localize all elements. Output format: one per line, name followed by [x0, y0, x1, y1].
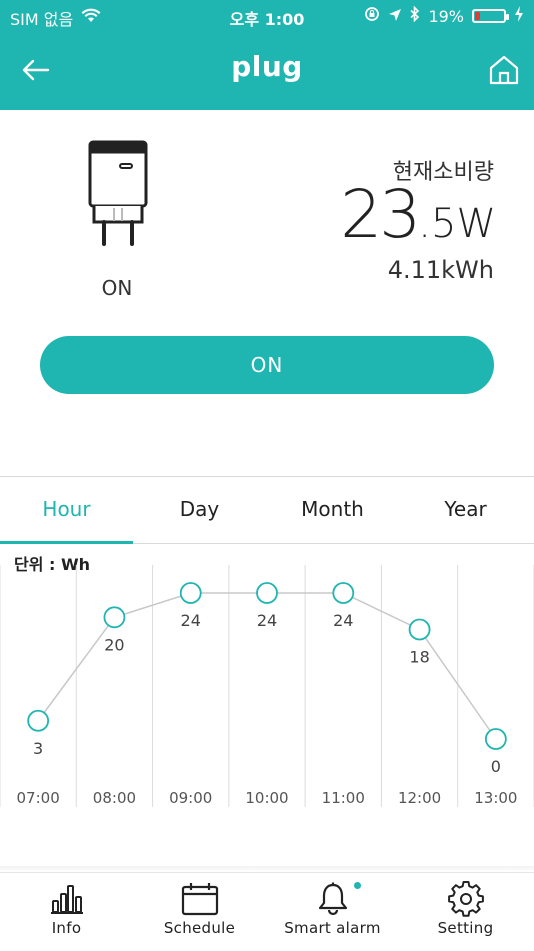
chart-point — [484, 728, 507, 750]
chart-data-label: 24 — [333, 611, 353, 630]
bell-icon — [266, 881, 399, 917]
rotation-lock-icon — [364, 6, 380, 26]
home-button[interactable] — [486, 52, 522, 88]
tabbar-label-info: Info — [51, 919, 82, 937]
usage-line-chart: 3 20 24 24 24 18 0 07:00 08:00 09:00 10:00 11:00 12:… — [0, 565, 534, 807]
page-title: plug — [231, 50, 303, 83]
chart-data-label: 20 — [104, 635, 124, 654]
tab-month[interactable]: Month — [266, 477, 399, 543]
chart-data-label: 24 — [257, 611, 277, 630]
chart-x-tick-label: 12:00 — [398, 789, 441, 807]
battery-level — [475, 12, 480, 20]
tabbar-label-schedule: Schedule — [163, 919, 236, 937]
battery-icon — [472, 9, 509, 23]
chart-point — [408, 618, 431, 641]
tabbar-item-schedule[interactable]: Schedule — [133, 873, 266, 951]
chart-x-tick-label: 08:00 — [93, 789, 136, 807]
tab-day[interactable]: Day — [133, 477, 266, 543]
device-panel: ON 현재소비량 23.5W 4.11kWh ON — [0, 110, 534, 475]
status-right: 19% — [364, 5, 524, 26]
battery-percent: 19% — [428, 6, 464, 26]
tabbar-label-smart-alarm: Smart alarm — [284, 919, 381, 937]
chart-data-label: 0 — [491, 757, 501, 776]
tabbar-item-setting[interactable]: Setting — [399, 873, 532, 951]
bottom-tab-bar: Info Schedule Smart alarm Setting — [0, 872, 534, 951]
tabbar-item-info[interactable]: Info — [0, 873, 133, 951]
chart-data-label: 18 — [409, 648, 429, 667]
gear-icon — [399, 881, 532, 917]
app-bar: plug — [0, 30, 534, 110]
device-state: ON — [101, 276, 133, 300]
tab-year[interactable]: Year — [399, 477, 532, 543]
chart-x-tick-label: 07:00 — [17, 789, 60, 807]
tabbar-label-setting: Setting — [437, 919, 494, 937]
charging-icon — [514, 6, 524, 26]
chart-data-label: 3 — [33, 739, 43, 758]
chart-x-tick-label: 11:00 — [322, 789, 365, 807]
calendar-icon — [133, 881, 266, 917]
chart-x-tick-label: 09:00 — [169, 789, 212, 807]
home-icon — [489, 55, 519, 85]
chart-x-tick-label: 10:00 — [245, 789, 288, 807]
location-icon — [388, 7, 402, 26]
chart-point — [256, 582, 278, 604]
chart-point — [103, 606, 126, 629]
power-value-frac: .5W — [418, 201, 496, 247]
chart-x-tick-label: 13:00 — [474, 789, 517, 807]
period-tabs: Hour Day Month Year — [0, 476, 534, 544]
alarm-badge-dot — [354, 882, 361, 889]
usage-chart: 단위 : Wh 3 20 24 24 24 18 0 07:00 08:00 09:00 10:00… — [0, 543, 534, 833]
chart-point — [179, 582, 202, 604]
bluetooth-icon — [410, 5, 420, 26]
chart-data-label: 24 — [181, 611, 201, 630]
bar-chart-icon — [0, 881, 133, 917]
plug-icon — [88, 140, 148, 246]
chart-point — [27, 709, 50, 732]
power-value-int: 23 — [340, 176, 421, 253]
power-value: 23.5W — [340, 176, 496, 253]
tab-hour[interactable]: Hour — [0, 477, 133, 543]
status-bar: SIM 없음 오후 1:00 19% — [0, 0, 534, 30]
energy-value: 4.11kWh — [387, 256, 494, 284]
power-toggle-button[interactable]: ON — [40, 336, 494, 394]
tabbar-item-smart-alarm[interactable]: Smart alarm — [266, 873, 399, 951]
chart-point — [332, 582, 355, 604]
